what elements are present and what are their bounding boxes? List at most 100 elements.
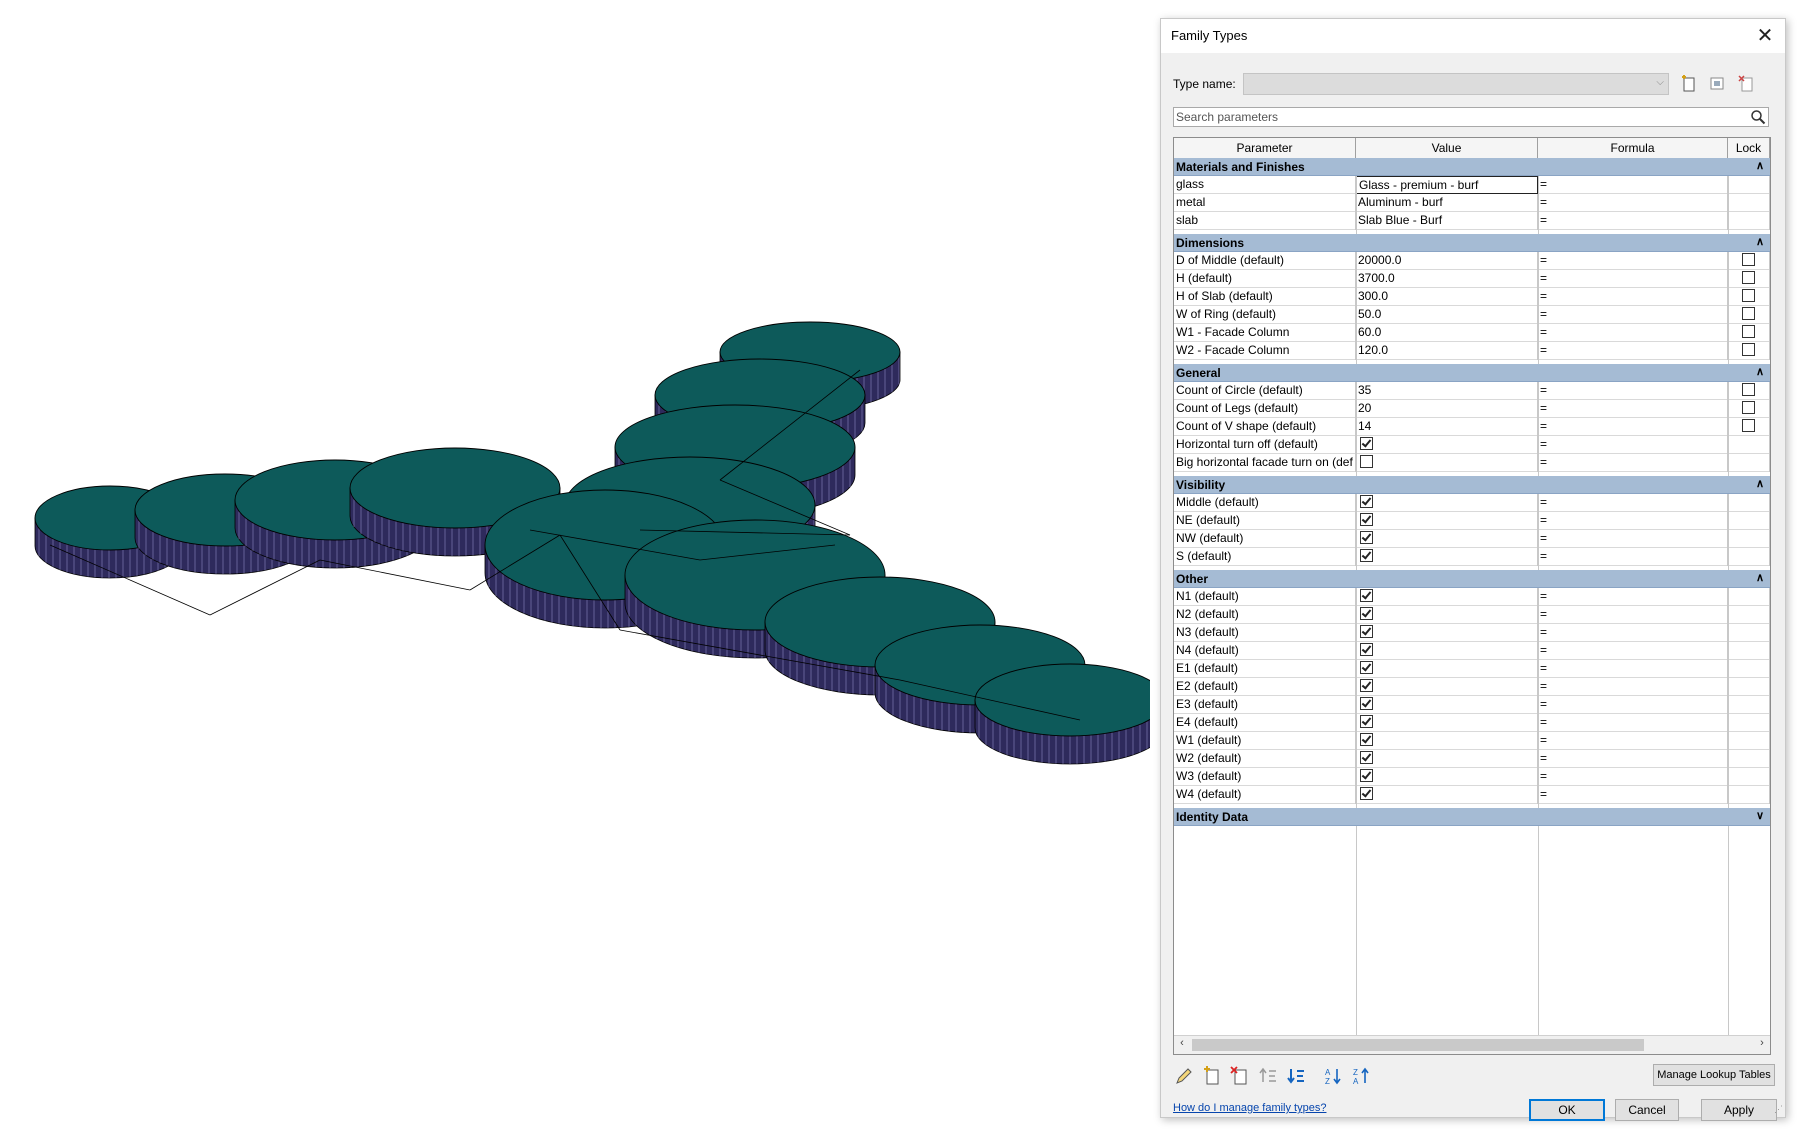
collapse-up-icon[interactable]: ∧: [1756, 159, 1764, 172]
value-checkbox[interactable]: [1360, 455, 1373, 469]
delete-type-button[interactable]: [1735, 73, 1759, 95]
formula-field[interactable]: =: [1538, 306, 1728, 324]
new-parameter-icon[interactable]: [1201, 1065, 1223, 1087]
parameter-value-cell[interactable]: [1356, 714, 1538, 732]
delete-parameter-icon[interactable]: [1229, 1065, 1251, 1087]
new-type-button[interactable]: [1677, 73, 1701, 95]
value-checkbox[interactable]: [1360, 495, 1373, 509]
close-icon[interactable]: ✕: [1753, 25, 1777, 47]
parameter-value-cell[interactable]: [1356, 530, 1538, 548]
lock-checkbox[interactable]: [1742, 253, 1755, 267]
formula-field[interactable]: =: [1538, 530, 1728, 548]
group-header[interactable]: Materials and Finishes ∧: [1174, 158, 1770, 176]
formula-field[interactable]: =: [1538, 678, 1728, 696]
value-checkbox[interactable]: [1360, 625, 1373, 639]
parameter-value-cell[interactable]: [1356, 454, 1538, 472]
value-checkbox[interactable]: [1360, 769, 1373, 783]
parameter-value-cell[interactable]: [1356, 624, 1538, 642]
formula-field[interactable]: =: [1538, 660, 1728, 678]
parameter-value-field[interactable]: 14: [1356, 418, 1538, 436]
lock-checkbox[interactable]: [1742, 271, 1755, 285]
parameter-value-cell[interactable]: [1356, 512, 1538, 530]
lock-checkbox[interactable]: [1742, 343, 1755, 357]
formula-field[interactable]: =: [1538, 436, 1728, 454]
formula-field[interactable]: =: [1538, 642, 1728, 660]
expand-down-icon[interactable]: ∨: [1756, 809, 1764, 822]
column-header-formula[interactable]: Formula: [1538, 138, 1728, 158]
resize-grip-icon[interactable]: ⋰: [1774, 1104, 1783, 1115]
formula-field[interactable]: =: [1538, 418, 1728, 436]
value-checkbox[interactable]: [1360, 531, 1373, 545]
lock-checkbox[interactable]: [1742, 325, 1755, 339]
parameter-value-field[interactable]: 20: [1356, 400, 1538, 418]
move-up-icon[interactable]: [1257, 1065, 1279, 1087]
lock-cell[interactable]: [1728, 306, 1770, 324]
formula-field[interactable]: =: [1538, 324, 1728, 342]
parameter-value-cell[interactable]: [1356, 606, 1538, 624]
formula-field[interactable]: =: [1538, 588, 1728, 606]
column-header-lock[interactable]: Lock: [1728, 138, 1770, 158]
manage-lookup-tables-button[interactable]: Manage Lookup Tables: [1653, 1064, 1775, 1086]
parameter-value-cell[interactable]: [1356, 732, 1538, 750]
lock-cell[interactable]: [1728, 252, 1770, 270]
search-icon[interactable]: [1750, 109, 1766, 128]
lock-checkbox[interactable]: [1742, 401, 1755, 415]
formula-field[interactable]: =: [1538, 512, 1728, 530]
ok-button[interactable]: OK: [1529, 1099, 1605, 1121]
lock-cell[interactable]: [1728, 324, 1770, 342]
value-checkbox[interactable]: [1360, 643, 1373, 657]
value-checkbox[interactable]: [1360, 751, 1373, 765]
parameter-value-cell[interactable]: [1356, 696, 1538, 714]
formula-field[interactable]: =: [1538, 252, 1728, 270]
value-checkbox[interactable]: [1360, 589, 1373, 603]
formula-field[interactable]: =: [1538, 786, 1728, 804]
formula-field[interactable]: =: [1538, 176, 1728, 194]
lock-cell[interactable]: [1728, 270, 1770, 288]
sort-ascending-icon[interactable]: AZ: [1323, 1065, 1345, 1087]
group-header[interactable]: Other ∧: [1174, 570, 1770, 588]
lock-cell[interactable]: [1728, 288, 1770, 306]
value-checkbox[interactable]: [1360, 715, 1373, 729]
collapse-up-icon[interactable]: ∧: [1756, 571, 1764, 584]
formula-field[interactable]: =: [1538, 624, 1728, 642]
scrollbar-thumb[interactable]: [1192, 1039, 1644, 1051]
formula-field[interactable]: =: [1538, 382, 1728, 400]
lock-cell[interactable]: [1728, 342, 1770, 360]
formula-field[interactable]: =: [1538, 732, 1728, 750]
formula-field[interactable]: =: [1538, 548, 1728, 566]
formula-field[interactable]: =: [1538, 342, 1728, 360]
value-checkbox[interactable]: [1360, 697, 1373, 711]
parameter-value-cell[interactable]: [1356, 786, 1538, 804]
group-header[interactable]: General ∧: [1174, 364, 1770, 382]
value-checkbox[interactable]: [1360, 437, 1373, 451]
value-checkbox[interactable]: [1360, 661, 1373, 675]
parameter-value-cell[interactable]: [1356, 588, 1538, 606]
lock-checkbox[interactable]: [1742, 289, 1755, 303]
parameter-value-cell[interactable]: [1356, 494, 1538, 512]
column-header-parameter[interactable]: Parameter: [1174, 138, 1356, 158]
cancel-button[interactable]: Cancel: [1615, 1099, 1679, 1121]
collapse-up-icon[interactable]: ∧: [1756, 235, 1764, 248]
parameter-value-field[interactable]: 120.0: [1356, 342, 1538, 360]
parameter-value-cell[interactable]: [1356, 768, 1538, 786]
formula-field[interactable]: =: [1538, 400, 1728, 418]
value-checkbox[interactable]: [1360, 787, 1373, 801]
value-checkbox[interactable]: [1360, 607, 1373, 621]
parameter-value-cell[interactable]: [1356, 436, 1538, 454]
value-checkbox[interactable]: [1360, 679, 1373, 693]
formula-field[interactable]: =: [1538, 212, 1728, 230]
search-input[interactable]: [1174, 108, 1738, 126]
building-3d-model[interactable]: [0, 0, 1166, 1145]
parameter-value-field[interactable]: 20000.0: [1356, 252, 1538, 270]
value-checkbox[interactable]: [1360, 549, 1373, 563]
parameter-value-field[interactable]: 35: [1356, 382, 1538, 400]
formula-field[interactable]: =: [1538, 696, 1728, 714]
parameter-value-cell[interactable]: [1356, 642, 1538, 660]
lock-cell[interactable]: [1728, 400, 1770, 418]
scroll-right-icon[interactable]: ›: [1754, 1037, 1770, 1049]
parameter-value-field[interactable]: 60.0: [1356, 324, 1538, 342]
formula-field[interactable]: =: [1538, 606, 1728, 624]
value-checkbox[interactable]: [1360, 733, 1373, 747]
horizontal-scrollbar[interactable]: ‹ ›: [1174, 1035, 1770, 1054]
formula-field[interactable]: =: [1538, 288, 1728, 306]
